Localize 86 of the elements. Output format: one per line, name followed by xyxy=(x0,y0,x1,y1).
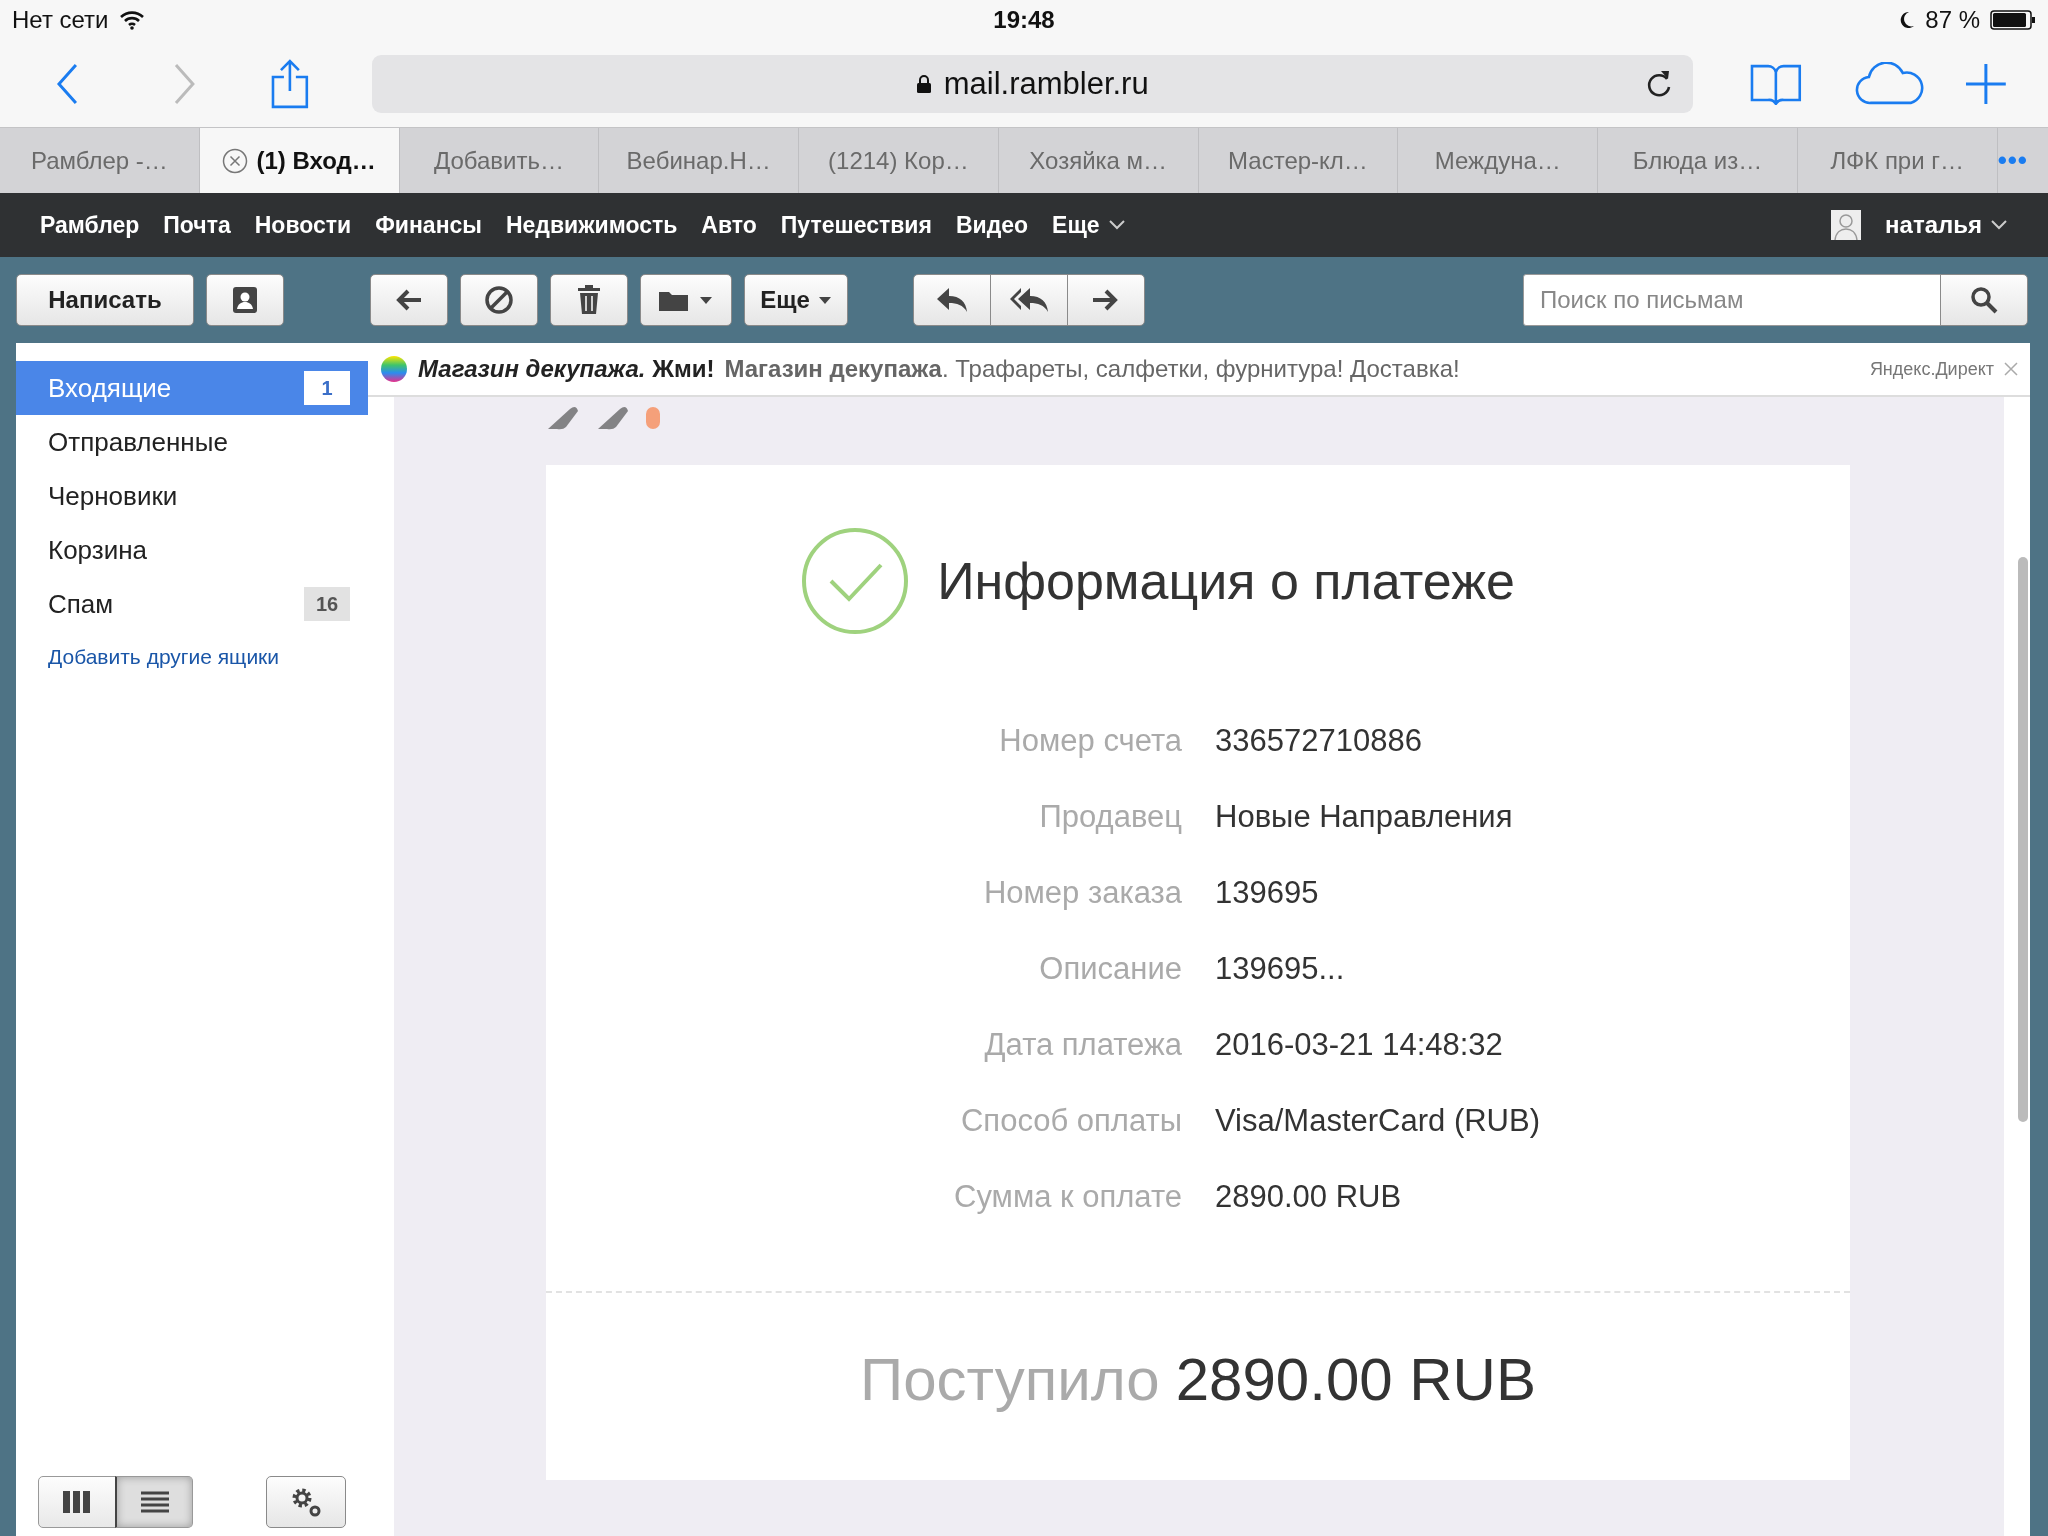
battery-icon xyxy=(1990,10,2036,30)
field-label: Способ оплаты xyxy=(959,1103,1182,1139)
wifi-icon xyxy=(118,10,145,30)
ad-headline-link[interactable]: Магазин декупажа. Жми! xyxy=(418,355,715,383)
plus-icon[interactable] xyxy=(1964,61,2008,106)
forward-button[interactable] xyxy=(1067,274,1145,326)
field-label: Номер заказа xyxy=(982,875,1182,911)
list-view-button[interactable] xyxy=(115,1476,193,1528)
nav-link[interactable]: Финансы xyxy=(375,211,482,239)
reply-icon xyxy=(935,286,969,314)
ad-text: Магазин декупажа. Трафареты, салфетки, фурнитура! Доставка! xyxy=(724,355,1460,383)
lock-icon xyxy=(915,73,932,94)
share-icon[interactable] xyxy=(269,58,310,109)
nav-link[interactable]: Почта xyxy=(163,211,231,239)
nav-link[interactable]: Рамблер xyxy=(40,211,140,239)
field-value: 2890.00 RUB xyxy=(1215,1179,1403,1215)
chevron-down-icon xyxy=(1107,219,1126,231)
columns-icon xyxy=(63,1491,91,1513)
field-value: 139695 xyxy=(1215,875,1320,911)
nav-link[interactable]: Новости xyxy=(254,211,352,239)
nav-link[interactable]: Недвижимость xyxy=(505,211,678,239)
address-bar[interactable]: mail.rambler.ru xyxy=(371,54,1693,113)
contacts-button[interactable] xyxy=(206,274,284,326)
folder-item[interactable]: Спам 16 xyxy=(16,577,368,631)
url-text: mail.rambler.ru xyxy=(943,65,1149,102)
field-label: Описание xyxy=(1038,951,1182,987)
check-circle-icon xyxy=(801,527,910,635)
chevron-down-icon xyxy=(1990,219,2008,231)
unread-count: 1 xyxy=(304,371,350,405)
nav-link[interactable]: Путешествия xyxy=(780,211,932,239)
add-mailboxes-link[interactable]: Добавить другие ящики xyxy=(48,645,368,669)
list-icon xyxy=(140,1491,169,1513)
user-menu[interactable]: наталья xyxy=(1885,211,2008,239)
block-button[interactable] xyxy=(460,274,538,326)
reply-all-button[interactable] xyxy=(990,274,1068,326)
settings-icon xyxy=(290,1486,322,1518)
search-field[interactable]: Поиск по письмам xyxy=(1523,274,1941,326)
contact-card-icon xyxy=(232,286,258,314)
delete-button[interactable] xyxy=(550,274,628,326)
search-button[interactable] xyxy=(1940,274,2028,326)
close-icon[interactable] xyxy=(222,147,249,174)
field-label: Продавец xyxy=(1038,799,1182,835)
reply-all-icon xyxy=(1009,286,1049,314)
payment-title: Информация о платеже xyxy=(937,551,1515,611)
field-value: Новые Направления xyxy=(1215,799,1514,835)
reply-button[interactable] xyxy=(913,274,991,326)
book-icon[interactable] xyxy=(1748,62,1803,105)
avatar-icon xyxy=(1831,210,1862,240)
carrier-text: Нет сети xyxy=(12,6,109,34)
back-icon[interactable] xyxy=(56,62,80,105)
block-icon xyxy=(484,285,514,315)
field-value: 336572710886 xyxy=(1215,723,1423,759)
field-label: Сумма к оплате xyxy=(953,1179,1182,1215)
browser-tab[interactable]: (1) Вход… xyxy=(199,128,400,193)
clock-time: 19:48 xyxy=(993,6,1055,34)
battery-percent: 87 % xyxy=(1925,6,1980,34)
settings-button[interactable] xyxy=(266,1476,346,1528)
total-label: Поступило xyxy=(860,1345,1160,1414)
cloud-icon[interactable] xyxy=(1854,61,1925,106)
total-amount: 2890.00 RUB xyxy=(1175,1345,1536,1414)
field-label: Номер счета xyxy=(998,723,1182,759)
field-label: Дата платежа xyxy=(983,1027,1182,1063)
folder-item[interactable]: Отправленные xyxy=(16,415,368,469)
move-folder-button[interactable] xyxy=(640,274,732,326)
back-button[interactable] xyxy=(370,274,448,326)
field-value: 139695... xyxy=(1215,951,1346,987)
search-icon xyxy=(1970,286,1998,314)
nav-link[interactable]: Видео xyxy=(955,211,1029,239)
ad-logo-icon xyxy=(380,355,408,383)
columns-view-button[interactable] xyxy=(38,1476,116,1528)
folder-item[interactable]: Входящие 1 xyxy=(16,361,368,415)
folder-item[interactable]: Черновики xyxy=(16,469,368,523)
nav-more-menu[interactable]: Еще xyxy=(1052,211,1126,239)
scrollbar-thumb[interactable] xyxy=(2018,557,2028,1122)
field-value: Visa/MasterCard (RUB) xyxy=(1215,1103,1541,1139)
more-actions-button[interactable]: Еще xyxy=(744,274,848,326)
field-value: 2016-03-21 14:48:32 xyxy=(1215,1027,1504,1063)
caret-icon xyxy=(817,295,832,305)
unread-count: 16 xyxy=(304,587,350,621)
trash-icon xyxy=(577,285,601,315)
nav-link[interactable]: Авто xyxy=(701,211,757,239)
folder-item[interactable]: Корзина xyxy=(16,523,368,577)
compose-button[interactable]: Написать xyxy=(16,274,194,326)
ad-source-label: Яндекс.Директ xyxy=(1869,358,1994,380)
arrow-left-icon xyxy=(395,288,423,312)
moon-icon xyxy=(1899,11,1916,29)
